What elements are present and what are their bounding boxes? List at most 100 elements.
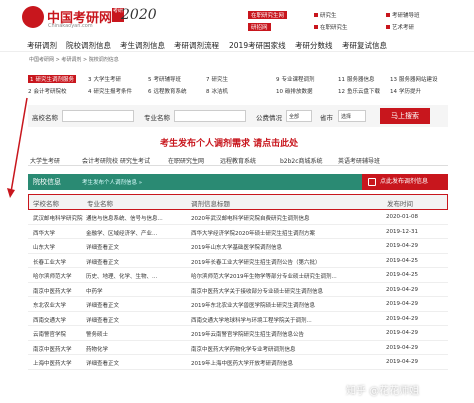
row-major: 详细查看正文	[86, 259, 120, 266]
tab-item[interactable]: 远程教育系统	[220, 156, 256, 165]
row-title-link[interactable]: 2019年山东大学基础医学院调剂信息	[191, 243, 371, 251]
ad-link[interactable]: 11 服务器信息	[338, 75, 375, 83]
search-button[interactable]: 马上搜索	[380, 108, 430, 124]
top-link-yanzhao[interactable]: 研招网	[248, 23, 271, 31]
row-major: 详细查看正文	[86, 317, 120, 324]
row-major: 详细查看正文	[86, 303, 120, 309]
breadcrumb: 中国考研网 > 考研调剂 > 院校调剂信息	[29, 57, 119, 63]
row-major: 详细查看正文	[86, 245, 120, 251]
table-row[interactable]: 南京中医药大学 中药学 南京中医药大学关于接收部分专业硕士研究生调剂信息 2019-0…	[28, 283, 448, 297]
ad-link[interactable]: 7 研究生	[206, 75, 228, 83]
ad-link-grid: 1 研究生调剂服务 3 大学生考研 5 考研辅导班 7 研究生 9 专业课程调剂 11 服务…	[28, 75, 448, 101]
table-row[interactable]: 西南交通大学 详细查看正文 西南交通大学地球科学与环境工程学院关于调剂... 2019…	[28, 312, 448, 326]
logo-emblem-icon	[22, 6, 44, 28]
top-link-yishu[interactable]: 艺术考研	[386, 23, 414, 31]
nav-item-school-info[interactable]: 院校调剂信息	[66, 40, 111, 51]
table-row[interactable]: 东北农业大学 详细查看正文 2019年东北农业大学兽医学院硕士研究生调剂信息 2019…	[28, 297, 448, 312]
status-select[interactable]: 全部	[286, 110, 312, 122]
table-row[interactable]: 哈尔滨师范大学 历史、地理、化学、生物、... 哈尔滨师范大学2019年生物学等部分…	[28, 268, 448, 283]
row-title-link[interactable]: 南京中医药大学关于接收部分专业硕士研究生调剂信息	[191, 287, 371, 295]
row-title-link[interactable]: 2020年武汉邮电科学研究院自费研究生调剂信息	[191, 214, 371, 222]
table-row[interactable]: 山东大学 详细查看正文 2019年山东大学基础医学院调剂信息 2019-04-29	[28, 239, 448, 254]
tab-item[interactable]: 会计考研院校	[82, 156, 118, 165]
top-link-fudao[interactable]: 考研辅导班	[386, 11, 420, 19]
row-title-link[interactable]: 2019年上海中医药大学开放考研调剂信息	[191, 359, 371, 367]
bullet-icon	[314, 25, 318, 29]
top-link-yanjiusheng[interactable]: 研究生	[314, 11, 337, 19]
tab-item[interactable]: 研究生考试	[120, 156, 150, 165]
site-header: 中国考研网 Chinakaoyan.com 考研 2020 在职研究生网 研究生…	[0, 0, 474, 38]
publish-button-label: 点此发布调剂信息	[380, 178, 429, 185]
nav-item-retest[interactable]: 考研复试信息	[342, 40, 387, 51]
ad-link[interactable]: 4 研究生报考条件	[88, 87, 132, 95]
row-title-link[interactable]: 2019年云南警官学院研究生招生调剂信息公告	[191, 330, 371, 338]
row-date: 2019-04-29	[386, 344, 418, 351]
row-major: 警务硕士	[86, 332, 109, 338]
status-label: 公费情况	[256, 114, 282, 122]
nav-item-tiaoji[interactable]: 考研调剂	[27, 40, 57, 51]
bullet-icon	[386, 25, 390, 29]
major-input[interactable]	[174, 110, 246, 122]
col-date: 发布时间	[387, 200, 413, 208]
ad-link[interactable]: 3 大学生考研	[88, 75, 121, 83]
ad-link[interactable]: 13 服务器网站建设	[390, 75, 438, 83]
table-header: 学校名称 专业名称 调剂信息标题 发布时间	[28, 194, 448, 210]
row-date: 2019-04-25	[386, 272, 418, 278]
ad-link[interactable]: 14 学历提升	[390, 87, 421, 95]
row-title-link[interactable]: 南京中医药大学药物化学专业考研调剂信息	[191, 345, 371, 353]
row-date: 2019-04-29	[386, 301, 418, 307]
ad-link[interactable]: 2 会计考研院校	[28, 87, 67, 95]
tab-item[interactable]: b2b2c商城系统	[280, 156, 323, 165]
row-title-link[interactable]: 西南交通大学地球科学与环境工程学院关于调剂...	[191, 316, 371, 324]
ad-link[interactable]: 9 专业课程调剂	[276, 75, 315, 83]
tab-item[interactable]: 英语考研辅导班	[338, 156, 380, 165]
annotation-arrow-icon	[7, 97, 28, 198]
table-row[interactable]: 长春工业大学 详细查看正文 2019年长春工业大学研究生招生调剂公告（第六批） 201…	[28, 254, 448, 268]
site-logo[interactable]: 中国考研网 Chinakaoyan.com 考研	[22, 6, 132, 32]
ad-link[interactable]: 5 考研辅导班	[148, 75, 181, 83]
row-date: 2019-12-31	[386, 228, 418, 235]
row-major: 中药学	[86, 288, 103, 295]
ad-link[interactable]: 10 碳排放数据	[276, 87, 313, 95]
school-label: 高校名称	[32, 114, 58, 122]
table-row[interactable]: 西华大学 金融学、区域经济学、产业... 西华大学经济学院2020年硕士研究生招生调…	[28, 225, 448, 239]
top-link-zaizhi-yjs[interactable]: 在职研究生	[314, 23, 348, 31]
ad-link[interactable]: 8 冰洁机	[206, 87, 228, 95]
province-select[interactable]: 选择	[338, 110, 366, 122]
row-major: 通信与信息系统、信号与信息...	[86, 216, 163, 222]
promo-link[interactable]: 考生发布个人调剂需求 请点击此处	[160, 136, 298, 149]
table-row[interactable]: 武汉邮电科学研究院 通信与信息系统、信号与信息... 2020年武汉邮电科学研究院自…	[28, 210, 448, 225]
bullet-icon	[386, 13, 390, 17]
row-title-link[interactable]: 2019年东北农业大学兽医学院硕士研究生调剂信息	[191, 301, 371, 309]
ad-link[interactable]: 1 研究生调剂服务	[28, 75, 77, 83]
section-title: 院校信息	[33, 178, 61, 186]
ad-link[interactable]: 6 远程教育系统	[148, 87, 187, 95]
col-major: 专业名称	[87, 200, 113, 208]
publish-button[interactable]: 点此发布调剂信息	[362, 174, 448, 190]
nav-item-national-line[interactable]: 2019考研国家线	[229, 40, 286, 51]
province-label: 省市	[320, 114, 333, 122]
ad-link[interactable]: 12 鱼乐云盘下载	[338, 87, 380, 95]
table-row[interactable]: 云南警官学院 警务硕士 2019年云南警官学院研究生招生调剂信息公告 2019-04-…	[28, 326, 448, 341]
student-post-link[interactable]: 考生发布个人调剂信息 »	[82, 178, 142, 186]
top-link-zaizhi[interactable]: 在职研究生网	[248, 11, 288, 19]
row-title-link[interactable]: 2019年长春工业大学研究生招生调剂公告（第六批）	[191, 258, 371, 266]
row-date: 2019-04-29	[386, 330, 418, 336]
row-title-link[interactable]: 哈尔滨师范大学2019年生物学等部分专业硕士研究生调剂...	[191, 272, 371, 280]
nav-item-student-info[interactable]: 考生调剂信息	[120, 40, 165, 51]
row-major: 详细查看正文	[86, 361, 120, 367]
col-title: 调剂信息标题	[191, 200, 230, 208]
nav-item-process[interactable]: 考研调剂流程	[174, 40, 219, 51]
year-label: 2020	[121, 7, 157, 23]
school-input[interactable]	[62, 110, 134, 122]
row-title-link[interactable]: 西华大学经济学院2020年硕士研究生招生调剂方案	[191, 229, 371, 237]
search-panel: 高校名称 专业名称 公费情况 全部 省市 选择 马上搜索	[28, 105, 448, 127]
tab-item[interactable]: 在职研究生网	[168, 156, 204, 165]
col-school: 学校名称	[33, 200, 59, 208]
major-label: 专业名称	[144, 114, 170, 122]
row-date: 2019-04-25	[386, 257, 418, 264]
nav-item-score-line[interactable]: 考研分数线	[295, 40, 333, 51]
category-tabs: 大学生考研 会计考研院校 研究生考试 在职研究生网 远程教育系统 b2b2c商城…	[28, 154, 448, 166]
table-row[interactable]: 上海中医药大学 详细查看正文 2019年上海中医药大学开放考研调剂信息 2019-04…	[28, 355, 448, 370]
table-row[interactable]: 南京中医药大学 药物化学 南京中医药大学药物化学专业考研调剂信息 2019-04-29	[28, 341, 448, 355]
